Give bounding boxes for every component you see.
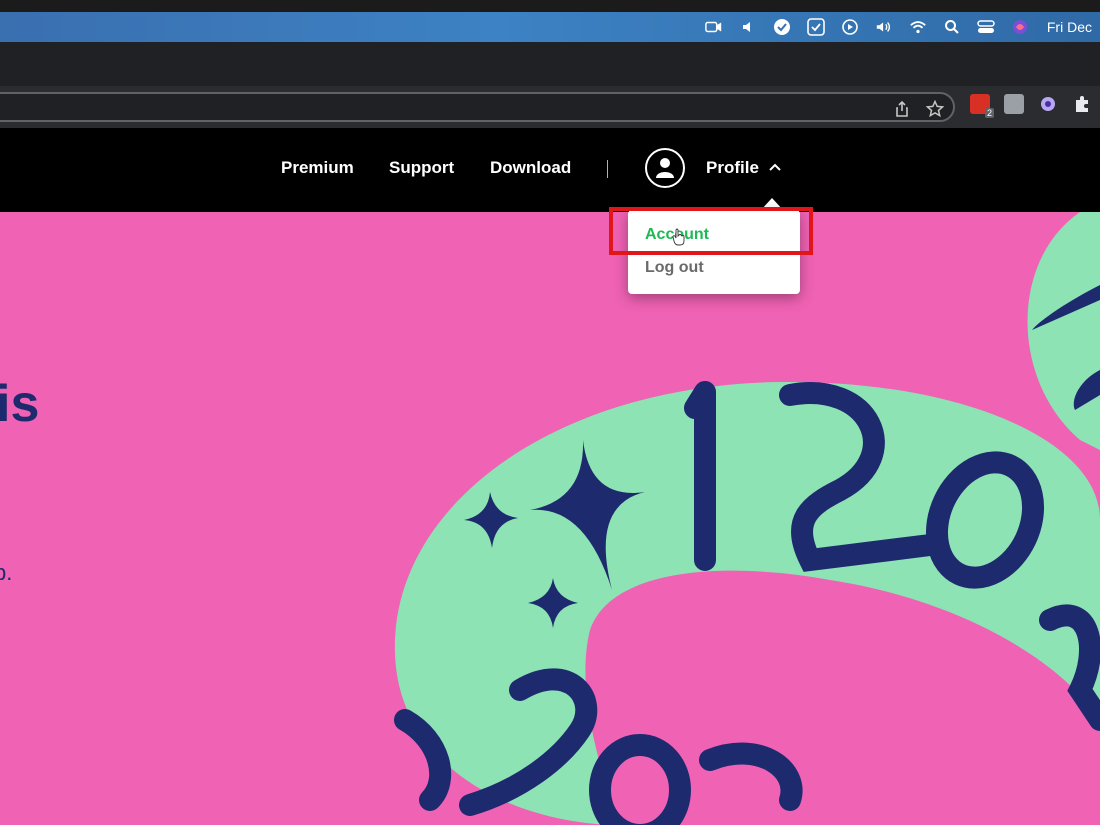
- hero-headline: is: [0, 375, 40, 433]
- nav-download[interactable]: Download: [490, 158, 571, 178]
- play-circle-icon[interactable]: [841, 18, 859, 36]
- nav-premium[interactable]: Premium: [281, 158, 354, 178]
- hand-cursor-icon: [672, 228, 685, 246]
- nav-divider: [607, 160, 608, 178]
- profile-menu-button[interactable]: Profile: [706, 158, 759, 178]
- purple-extension-icon[interactable]: [1038, 94, 1058, 114]
- share-icon[interactable]: [893, 100, 911, 118]
- site-header: Premium Support Download Profile: [0, 128, 1100, 212]
- menubar-top-strip: [0, 0, 1100, 12]
- wifi-icon[interactable]: [909, 18, 927, 36]
- wrapped-2021-artwork: [394, 212, 1100, 825]
- menubar-status-icons: Fri Dec: [705, 12, 1100, 42]
- browser-tab-strip: [0, 42, 1100, 86]
- extension-badge: 2: [984, 108, 994, 118]
- address-bar[interactable]: [0, 92, 955, 122]
- gray-extension-icon[interactable]: [1004, 94, 1024, 114]
- siri-icon[interactable]: [1011, 18, 1029, 36]
- star-icon[interactable]: [925, 99, 945, 118]
- checkmark-box-icon[interactable]: [807, 18, 825, 36]
- shield-check-icon[interactable]: [773, 18, 791, 36]
- avatar[interactable]: [645, 148, 685, 188]
- control-center-icon[interactable]: [977, 18, 995, 36]
- volume-left-icon[interactable]: [739, 18, 757, 36]
- dropdown-logout[interactable]: Log out: [645, 259, 704, 277]
- annotation-highlight-box: [609, 207, 813, 255]
- chevron-up-icon[interactable]: [768, 162, 782, 172]
- hero-subtext: p.: [0, 560, 13, 585]
- browser-toolbar: 2: [0, 86, 1100, 129]
- facetime-icon[interactable]: [705, 18, 723, 36]
- nav-support[interactable]: Support: [389, 158, 454, 178]
- volume-icon[interactable]: [875, 18, 893, 36]
- red-extension-icon[interactable]: 2: [970, 94, 994, 118]
- search-icon[interactable]: [943, 18, 961, 36]
- puzzle-icon[interactable]: [1072, 94, 1092, 114]
- menubar-clock[interactable]: Fri Dec: [1047, 19, 1092, 35]
- user-icon: [656, 158, 674, 178]
